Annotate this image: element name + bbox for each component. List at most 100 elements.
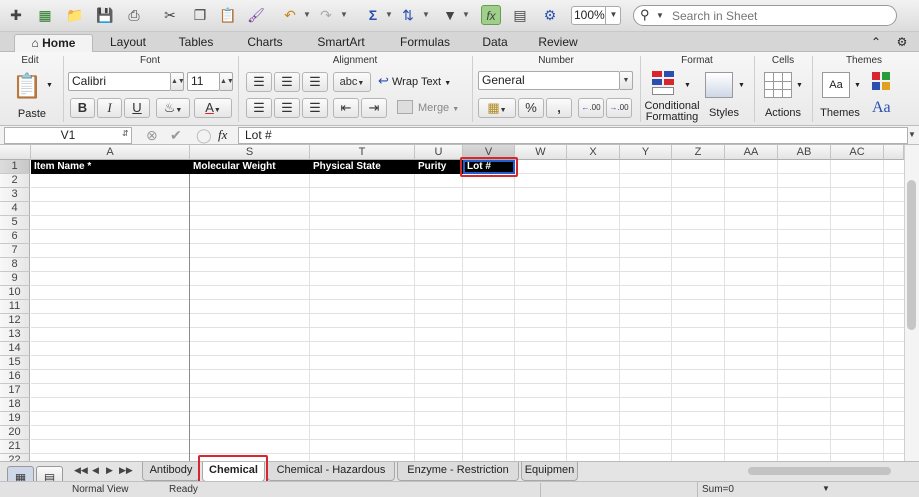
filter-dropdown-icon[interactable]: ▼ (462, 10, 470, 19)
row-header-13[interactable]: 13 (0, 328, 30, 342)
name-box-stepper-icon[interactable]: ⇵ (122, 129, 129, 138)
row-header-12[interactable]: 12 (0, 314, 30, 328)
conditional-formatting-dropdown-icon[interactable]: ▼ (684, 82, 691, 89)
number-format-dropdown-icon[interactable]: ▼ (620, 71, 633, 90)
search-dropdown-icon[interactable]: ▼ (656, 11, 664, 20)
clear-icon[interactable]: ◯ (196, 127, 212, 144)
comma-style-button[interactable]: , (546, 98, 572, 118)
theme-colors-icon[interactable] (872, 72, 894, 92)
print-icon[interactable]: ⎙ (124, 5, 144, 25)
decrease-indent-button[interactable]: ⇤ (333, 98, 359, 118)
paste-icon[interactable]: 📋 (218, 5, 238, 25)
tab-smartart[interactable]: SmartArt (301, 34, 381, 52)
column-header-ac[interactable]: AC (831, 145, 884, 160)
cut-icon[interactable]: ✂ (160, 5, 180, 25)
font-name-field[interactable]: Calibri (68, 72, 171, 91)
fill-color-button[interactable]: ♨▼ (156, 98, 190, 118)
font-color-button[interactable]: A▼ (194, 98, 232, 118)
styles-button[interactable]: Styles (702, 107, 746, 119)
horizontal-scroll-thumb[interactable] (748, 467, 891, 475)
next-sheet-icon[interactable]: ▶ (106, 465, 113, 476)
sum-dropdown-icon[interactable]: ▼ (822, 484, 830, 493)
align-bottom-button[interactable]: ☰ (302, 72, 328, 92)
sheet-tab-equipment[interactable]: Equipmen (521, 462, 578, 481)
cell-v1[interactable]: Lot # (463, 160, 515, 174)
tab-data[interactable]: Data (469, 34, 521, 52)
format-painter-icon[interactable]: 🖌 (246, 5, 266, 25)
tab-charts[interactable]: Charts (232, 34, 298, 52)
row-header-3[interactable]: 3 (0, 188, 30, 202)
decrease-decimal-button[interactable]: →.00 (606, 98, 632, 118)
row-header-21[interactable]: 21 (0, 440, 30, 454)
row-header-17[interactable]: 17 (0, 384, 30, 398)
increase-decimal-button[interactable]: ←.00 (578, 98, 604, 118)
tab-layout[interactable]: Layout (96, 34, 160, 52)
paste-button[interactable]: Paste (12, 108, 52, 120)
sheet-tab-antibody[interactable]: Antibody (142, 462, 200, 481)
italic-button[interactable]: I (97, 98, 122, 118)
undo-icon[interactable]: ↶ (280, 5, 300, 25)
tab-review[interactable]: Review (524, 34, 592, 52)
name-box[interactable]: V1 (4, 127, 132, 144)
row-header-16[interactable]: 16 (0, 370, 30, 384)
column-header-w[interactable]: W (515, 145, 567, 160)
font-size-field[interactable]: 11 (187, 72, 220, 91)
last-sheet-icon[interactable]: ▶▶ (119, 465, 133, 476)
merge-button[interactable]: Merge ▼ (418, 102, 468, 114)
sort-dropdown-icon[interactable]: ▼ (422, 10, 430, 19)
row-header-6[interactable]: 6 (0, 230, 30, 244)
wrap-text-button[interactable]: Wrap Text ▼ (392, 76, 462, 88)
cancel-icon[interactable]: ⊗ (146, 127, 158, 144)
percent-button[interactable]: % (518, 98, 544, 118)
themes-button[interactable]: Themes (816, 107, 864, 119)
column-header-next[interactable] (884, 145, 904, 160)
prev-sheet-icon[interactable]: ◀ (92, 465, 99, 476)
zoom-dropdown-icon[interactable]: ▼ (605, 6, 621, 25)
confirm-icon[interactable]: ✔ (170, 127, 182, 144)
cell-u1[interactable]: Purity (415, 160, 463, 174)
column-header-y[interactable]: Y (620, 145, 672, 160)
align-right-button[interactable]: ☰ (302, 98, 328, 118)
underline-button[interactable]: U (124, 98, 150, 118)
column-header-ab[interactable]: AB (778, 145, 831, 160)
redo-icon[interactable]: ↷ (316, 5, 336, 25)
row-header-20[interactable]: 20 (0, 426, 30, 440)
row-header-8[interactable]: 8 (0, 258, 30, 272)
align-middle-button[interactable]: ☰ (274, 72, 300, 92)
conditional-formatting-button[interactable]: Conditional Formatting (643, 101, 701, 123)
orientation-button[interactable]: abc▼ (333, 72, 371, 92)
font-size-dropdown-icon[interactable]: ▲▼ (220, 72, 234, 91)
column-header-u[interactable]: U (415, 145, 463, 160)
autosum-dropdown-icon[interactable]: ▼ (385, 10, 393, 19)
open-folder-icon[interactable]: 📁 (65, 5, 85, 25)
paste-icon[interactable]: 📋 (12, 72, 42, 102)
column-header-x[interactable]: X (567, 145, 620, 160)
sum-box[interactable]: Sum=0 ▼ (697, 482, 839, 497)
ribbon-settings-icon[interactable]: ⚙ (892, 34, 912, 52)
row-header-9[interactable]: 9 (0, 272, 30, 286)
collapse-ribbon-icon[interactable]: ⌃ (866, 34, 886, 52)
actions-dropdown-icon[interactable]: ▼ (796, 82, 803, 89)
actions-button[interactable]: Actions (760, 107, 806, 119)
bold-button[interactable]: B (70, 98, 95, 118)
font-name-dropdown-icon[interactable]: ▲▼ (171, 72, 185, 91)
sheet-tab-chemical[interactable]: Chemical (202, 462, 265, 482)
column-header-z[interactable]: Z (672, 145, 725, 160)
tab-tables[interactable]: Tables (163, 34, 229, 52)
cell-t1[interactable]: Physical State (310, 160, 415, 174)
cell-a1[interactable]: Item Name * (31, 160, 190, 174)
new-workbook-icon[interactable]: ✚ (6, 5, 26, 25)
row-header-15[interactable]: 15 (0, 356, 30, 370)
number-format-field[interactable]: General (478, 71, 620, 90)
formula-builder-icon[interactable]: fx (481, 5, 501, 25)
row-header-22[interactable]: 22 (0, 454, 30, 461)
sort-icon[interactable]: ⇅ (398, 5, 418, 25)
increase-indent-button[interactable]: ⇥ (361, 98, 387, 118)
theme-fonts-icon[interactable]: Aa (872, 99, 891, 117)
tab-formulas[interactable]: Formulas (384, 34, 466, 52)
styles-dropdown-icon[interactable]: ▼ (738, 82, 745, 89)
copy-icon[interactable]: ❐ (190, 5, 210, 25)
column-header-t[interactable]: T (310, 145, 415, 160)
filter-icon[interactable]: ▼ (440, 5, 460, 25)
sheet-tab-enzyme-restriction[interactable]: Enzyme - Restriction (397, 462, 519, 481)
